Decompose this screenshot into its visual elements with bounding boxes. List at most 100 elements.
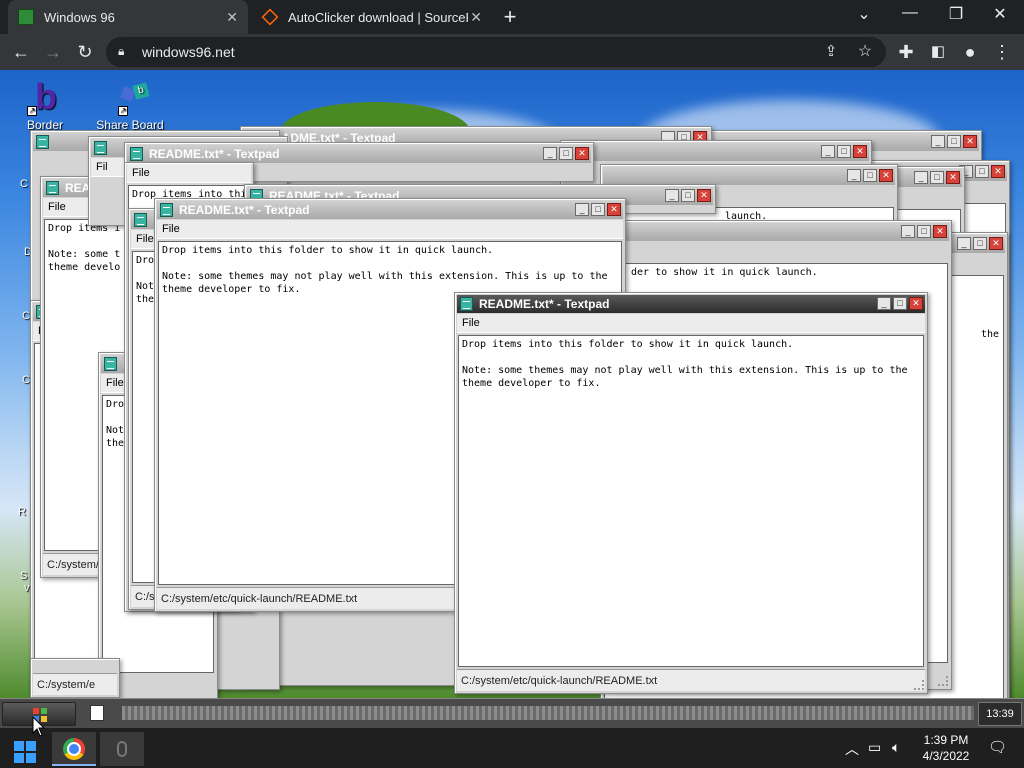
menu-kebab-icon[interactable]: ⋮ [991, 41, 1013, 63]
maximize-button[interactable]: □ [947, 135, 961, 148]
tab-windows96[interactable]: Windows 96 ✕ [8, 0, 248, 34]
status-path: C:/system/ [47, 559, 99, 571]
maximize-button[interactable]: □ [591, 203, 605, 216]
maximize-button[interactable]: □ [975, 165, 989, 178]
taskbar-mouse-app-button[interactable] [100, 732, 144, 766]
desktop-icon-share-board[interactable]: b ↗ Share Board [95, 80, 165, 132]
resize-grip[interactable] [938, 676, 948, 686]
text-editor[interactable]: Drop items into this folder to show it i… [458, 335, 924, 667]
desktop-icon-border[interactable]: b ↗ Border [10, 76, 80, 132]
menu-file[interactable]: File [462, 317, 480, 329]
win96-taskbar: 13:39 [0, 698, 1024, 728]
minimize-button[interactable]: _ [543, 147, 557, 160]
menu-file[interactable]: File [162, 223, 180, 235]
menu-file[interactable]: File [132, 167, 150, 179]
menu-file[interactable]: File [48, 201, 66, 213]
taskbar-chrome-button[interactable] [52, 732, 96, 766]
clock-date: 4/3/2022 [922, 749, 970, 763]
clipped-icon-label: C [22, 310, 30, 322]
maximize-button[interactable]: □ [863, 169, 877, 182]
chrome-icon [63, 738, 85, 760]
textpad-icon [460, 297, 473, 311]
win96-task-list[interactable] [122, 706, 974, 720]
close-button[interactable]: ✕ [879, 169, 893, 182]
textpad-window[interactable]: C:/system/e [30, 658, 120, 698]
volume-icon[interactable]: 🔈︎ [892, 739, 900, 756]
close-tab-icon[interactable]: ✕ [226, 9, 238, 26]
close-tab-icon[interactable]: ✕ [470, 9, 482, 26]
resize-grip[interactable] [914, 680, 924, 690]
close-button[interactable]: ✕ [933, 225, 947, 238]
textpad-window-active[interactable]: README.txt* - Textpad _ □ ✕ File Drop item… [454, 292, 928, 694]
minimize-button[interactable]: _ [575, 203, 589, 216]
maximize-button[interactable]: □ [917, 225, 931, 238]
maximize-button[interactable]: □ [973, 237, 987, 250]
win96-clock[interactable]: 13:39 [978, 702, 1022, 726]
clipped-icon-label: R [18, 506, 26, 518]
textpad-icon [130, 147, 143, 161]
close-window-button[interactable]: ✕ [984, 4, 1016, 24]
notifications-icon[interactable]: 🗨︎ [988, 738, 1007, 756]
bookmark-star-icon[interactable]: ☆ [854, 41, 876, 63]
title-bar[interactable]: _ □ ✕ [603, 167, 895, 185]
network-icon[interactable]: ▭ [868, 739, 881, 756]
new-tab-button[interactable]: + [498, 4, 522, 30]
extensions-icon[interactable]: ✚ [895, 41, 917, 63]
clipped-icon-label: S [20, 570, 28, 582]
minimize-button[interactable]: _ [821, 145, 835, 158]
maximize-button[interactable]: □ [893, 297, 907, 310]
close-button[interactable]: ✕ [963, 135, 977, 148]
minimize-button[interactable]: _ [901, 225, 915, 238]
textpad-icon [134, 213, 147, 227]
close-button[interactable]: ✕ [697, 189, 711, 202]
close-button[interactable]: ✕ [853, 145, 867, 158]
quick-launch-textpad-icon[interactable] [90, 705, 104, 721]
restore-window-button[interactable]: ❐ [940, 4, 972, 24]
share-icon[interactable]: ⇪ [820, 41, 842, 63]
title-bar[interactable]: README.txt* - Textpad _ □ ✕ [127, 145, 591, 163]
close-button[interactable]: ✕ [989, 237, 1003, 250]
menu-bar: File [457, 314, 925, 333]
minimize-button[interactable]: _ [914, 171, 928, 184]
menu-file[interactable]: File [106, 377, 124, 389]
tab-search-icon[interactable]: ⌄ [848, 4, 880, 24]
side-panel-icon[interactable]: ◧ [927, 41, 949, 63]
minimize-window-button[interactable]: — [894, 4, 926, 22]
editor-text-fragment: the [980, 329, 999, 340]
maximize-button[interactable]: □ [930, 171, 944, 184]
close-button[interactable]: ✕ [575, 147, 589, 160]
address-bar[interactable]: 🔒︎ windows96.net ⇪ ☆ [106, 37, 886, 67]
close-button[interactable]: ✕ [946, 171, 960, 184]
clipped-icon-label: v [24, 582, 30, 594]
minimize-button[interactable]: _ [665, 189, 679, 202]
minimize-button[interactable]: _ [957, 237, 971, 250]
profile-icon[interactable]: ● [959, 41, 981, 63]
clock-time: 1:39 PM [923, 733, 969, 747]
windows96-favicon [18, 9, 34, 25]
minimize-button[interactable]: _ [931, 135, 945, 148]
forward-icon[interactable]: → [42, 41, 64, 63]
title-bar[interactable]: _ □ ✕ [615, 223, 949, 241]
maximize-button[interactable]: □ [681, 189, 695, 202]
close-button[interactable]: ✕ [991, 165, 1005, 178]
back-icon[interactable]: ← [10, 41, 32, 63]
reload-icon[interactable]: ↻ [74, 41, 96, 63]
title-bar[interactable]: _ □ ✕ [563, 143, 869, 161]
windows96-desktop[interactable]: b ↗ Border b ↗ Share Board C D C C R S v… [0, 70, 1024, 698]
title-bar[interactable]: README.txt* - Textpad _ □ ✕ [457, 295, 925, 313]
title-bar[interactable]: README.txt* - Textpad _ □ ✕ [157, 201, 623, 219]
minimize-button[interactable]: _ [877, 297, 891, 310]
tab-autoclicker[interactable]: AutoClicker download | SourceFo ✕ [252, 0, 492, 34]
chevron-up-icon[interactable]: ︿ [845, 739, 859, 759]
menu-file[interactable]: Fil [96, 161, 108, 173]
maximize-button[interactable]: □ [559, 147, 573, 160]
url-text: windows96.net [142, 44, 235, 60]
lock-icon[interactable]: 🔒︎ [118, 44, 124, 59]
tab-title: AutoClicker download | SourceFo [288, 9, 468, 25]
close-button[interactable]: ✕ [909, 297, 923, 310]
minimize-button[interactable]: _ [847, 169, 861, 182]
host-clock[interactable]: 1:39 PM 4/3/2022 [920, 732, 972, 764]
maximize-button[interactable]: □ [837, 145, 851, 158]
close-button[interactable]: ✕ [607, 203, 621, 216]
menu-file[interactable]: File [136, 233, 154, 245]
